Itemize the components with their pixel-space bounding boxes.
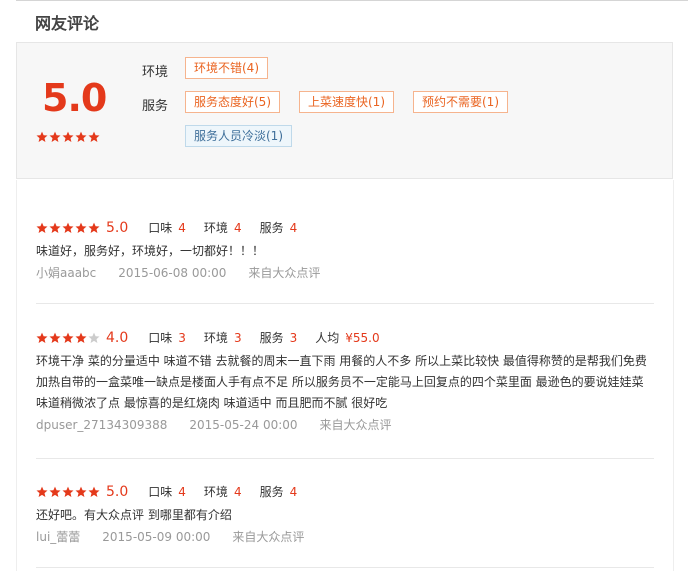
review-divider bbox=[36, 567, 654, 568]
review-divider bbox=[36, 458, 654, 459]
review-ratings: 4.0 口味 3 环境 3 服务 3 人均 ¥55.0 bbox=[36, 329, 656, 347]
review-score: 5.0 bbox=[106, 483, 129, 500]
price-per-person: 人均 ¥55.0 bbox=[315, 331, 380, 345]
service-rating: 服务 4 bbox=[259, 485, 298, 499]
star-filled-icon bbox=[75, 486, 87, 497]
review-text-line: 环境干净 菜的分量适中 味道不错 去就餐的周末一直下雨 用餐的人不多 所以上菜比… bbox=[36, 354, 647, 368]
review-username[interactable]: dpuser_27134309388 bbox=[36, 418, 167, 432]
review-item: 5.0 口味 4 环境 4 服务 4 味道好，服务好，环境好，一切都好！！！ 小娟aaabc… bbox=[36, 219, 656, 281]
star-filled-icon bbox=[36, 131, 48, 142]
service-rating: 服务 3 bbox=[259, 331, 298, 345]
review-username[interactable]: lui_蕾蕾 bbox=[36, 530, 80, 544]
review-score: 4.0 bbox=[106, 329, 129, 346]
environment-rating: 环境 4 bbox=[203, 485, 242, 499]
taste-rating: 口味 3 bbox=[148, 331, 186, 345]
star-filled-icon bbox=[49, 131, 61, 142]
review-star-rating bbox=[36, 222, 100, 234]
tag-service-attitude[interactable]: 服务态度好(5) bbox=[185, 91, 280, 113]
star-filled-icon bbox=[62, 486, 74, 497]
star-filled-icon bbox=[36, 486, 48, 497]
star-filled-icon bbox=[49, 332, 61, 343]
star-filled-icon bbox=[62, 222, 74, 233]
service-label: 服务 bbox=[142, 99, 169, 114]
review-ratings: 5.0 口味 4 环境 4 服务 4 bbox=[36, 219, 656, 237]
star-empty-icon bbox=[88, 332, 100, 343]
review-text: 环境干净 菜的分量适中 味道不错 去就餐的周末一直下雨 用餐的人不多 所以上菜比… bbox=[36, 351, 656, 414]
review-date: 2015-06-08 00:00 bbox=[118, 266, 227, 280]
review-date: 2015-05-24 00:00 bbox=[189, 418, 298, 432]
review-score: 5.0 bbox=[106, 219, 129, 236]
environment-rating: 环境 3 bbox=[203, 331, 242, 345]
service-rating: 服务 4 bbox=[259, 221, 298, 235]
review-meta: lui_蕾蕾 2015-05-09 00:00 来自大众点评 bbox=[36, 528, 656, 545]
overall-star-rating bbox=[36, 131, 100, 143]
review-text-line: 加热自带的一盒菜唯一缺点是楼面人手有点不足 所以服务员不一定能马上回复点的四个菜… bbox=[36, 375, 644, 389]
review-meta: 小娟aaabc 2015-06-08 00:00 来自大众点评 bbox=[36, 264, 656, 281]
star-filled-icon bbox=[75, 131, 87, 142]
review-divider bbox=[36, 303, 654, 304]
review-source: 来自大众点评 bbox=[319, 418, 392, 432]
section-title: 网友评论 bbox=[35, 14, 100, 33]
review-star-rating bbox=[36, 486, 100, 498]
star-filled-icon bbox=[49, 486, 61, 497]
star-filled-icon bbox=[49, 222, 61, 233]
environment-label: 环境 bbox=[142, 65, 169, 80]
star-filled-icon bbox=[62, 131, 74, 142]
star-filled-icon bbox=[75, 222, 87, 233]
star-filled-icon bbox=[62, 332, 74, 343]
taste-rating: 口味 4 bbox=[148, 221, 186, 235]
star-filled-icon bbox=[88, 486, 100, 497]
review-meta: dpuser_27134309388 2015-05-24 00:00 来自大众点评 bbox=[36, 416, 656, 433]
tag-environment-good[interactable]: 环境不错(4) bbox=[185, 57, 268, 79]
review-source: 来自大众点评 bbox=[248, 266, 321, 280]
star-filled-icon bbox=[88, 131, 100, 142]
star-filled-icon bbox=[36, 332, 48, 343]
taste-rating: 口味 4 bbox=[148, 485, 186, 499]
review-date: 2015-05-09 00:00 bbox=[102, 530, 211, 544]
tag-cold-staff[interactable]: 服务人员冷淡(1) bbox=[185, 125, 292, 147]
review-item: 4.0 口味 3 环境 3 服务 3 人均 ¥55.0 环境干净 菜的分量适中 味道不错 去就餐… bbox=[36, 329, 656, 433]
top-divider bbox=[16, 0, 688, 1]
review-ratings: 5.0 口味 4 环境 4 服务 4 bbox=[36, 483, 656, 501]
environment-rating: 环境 4 bbox=[203, 221, 242, 235]
overall-score: 5.0 bbox=[42, 76, 107, 120]
review-text: 味道好，服务好，环境好，一切都好！！！ bbox=[36, 244, 265, 258]
list-right-border bbox=[673, 180, 674, 571]
tag-no-reservation[interactable]: 预约不需要(1) bbox=[413, 91, 508, 113]
review-text-line: 味道稍微浓了点 最惊喜的是红烧肉 味道适中 而且肥而不腻 很好吃 bbox=[36, 396, 388, 410]
list-left-border bbox=[16, 180, 17, 571]
review-star-rating bbox=[36, 332, 100, 344]
star-filled-icon bbox=[75, 332, 87, 343]
star-filled-icon bbox=[88, 222, 100, 233]
tag-serving-speed[interactable]: 上菜速度快(1) bbox=[299, 91, 394, 113]
review-text: 还好吧。有大众点评 到哪里都有介绍 bbox=[36, 508, 232, 522]
review-item: 5.0 口味 4 环境 4 服务 4 还好吧。有大众点评 到哪里都有介绍 lui_蕾蕾 201… bbox=[36, 483, 656, 545]
review-source: 来自大众点评 bbox=[232, 530, 305, 544]
star-filled-icon bbox=[36, 222, 48, 233]
review-username[interactable]: 小娟aaabc bbox=[36, 266, 96, 280]
